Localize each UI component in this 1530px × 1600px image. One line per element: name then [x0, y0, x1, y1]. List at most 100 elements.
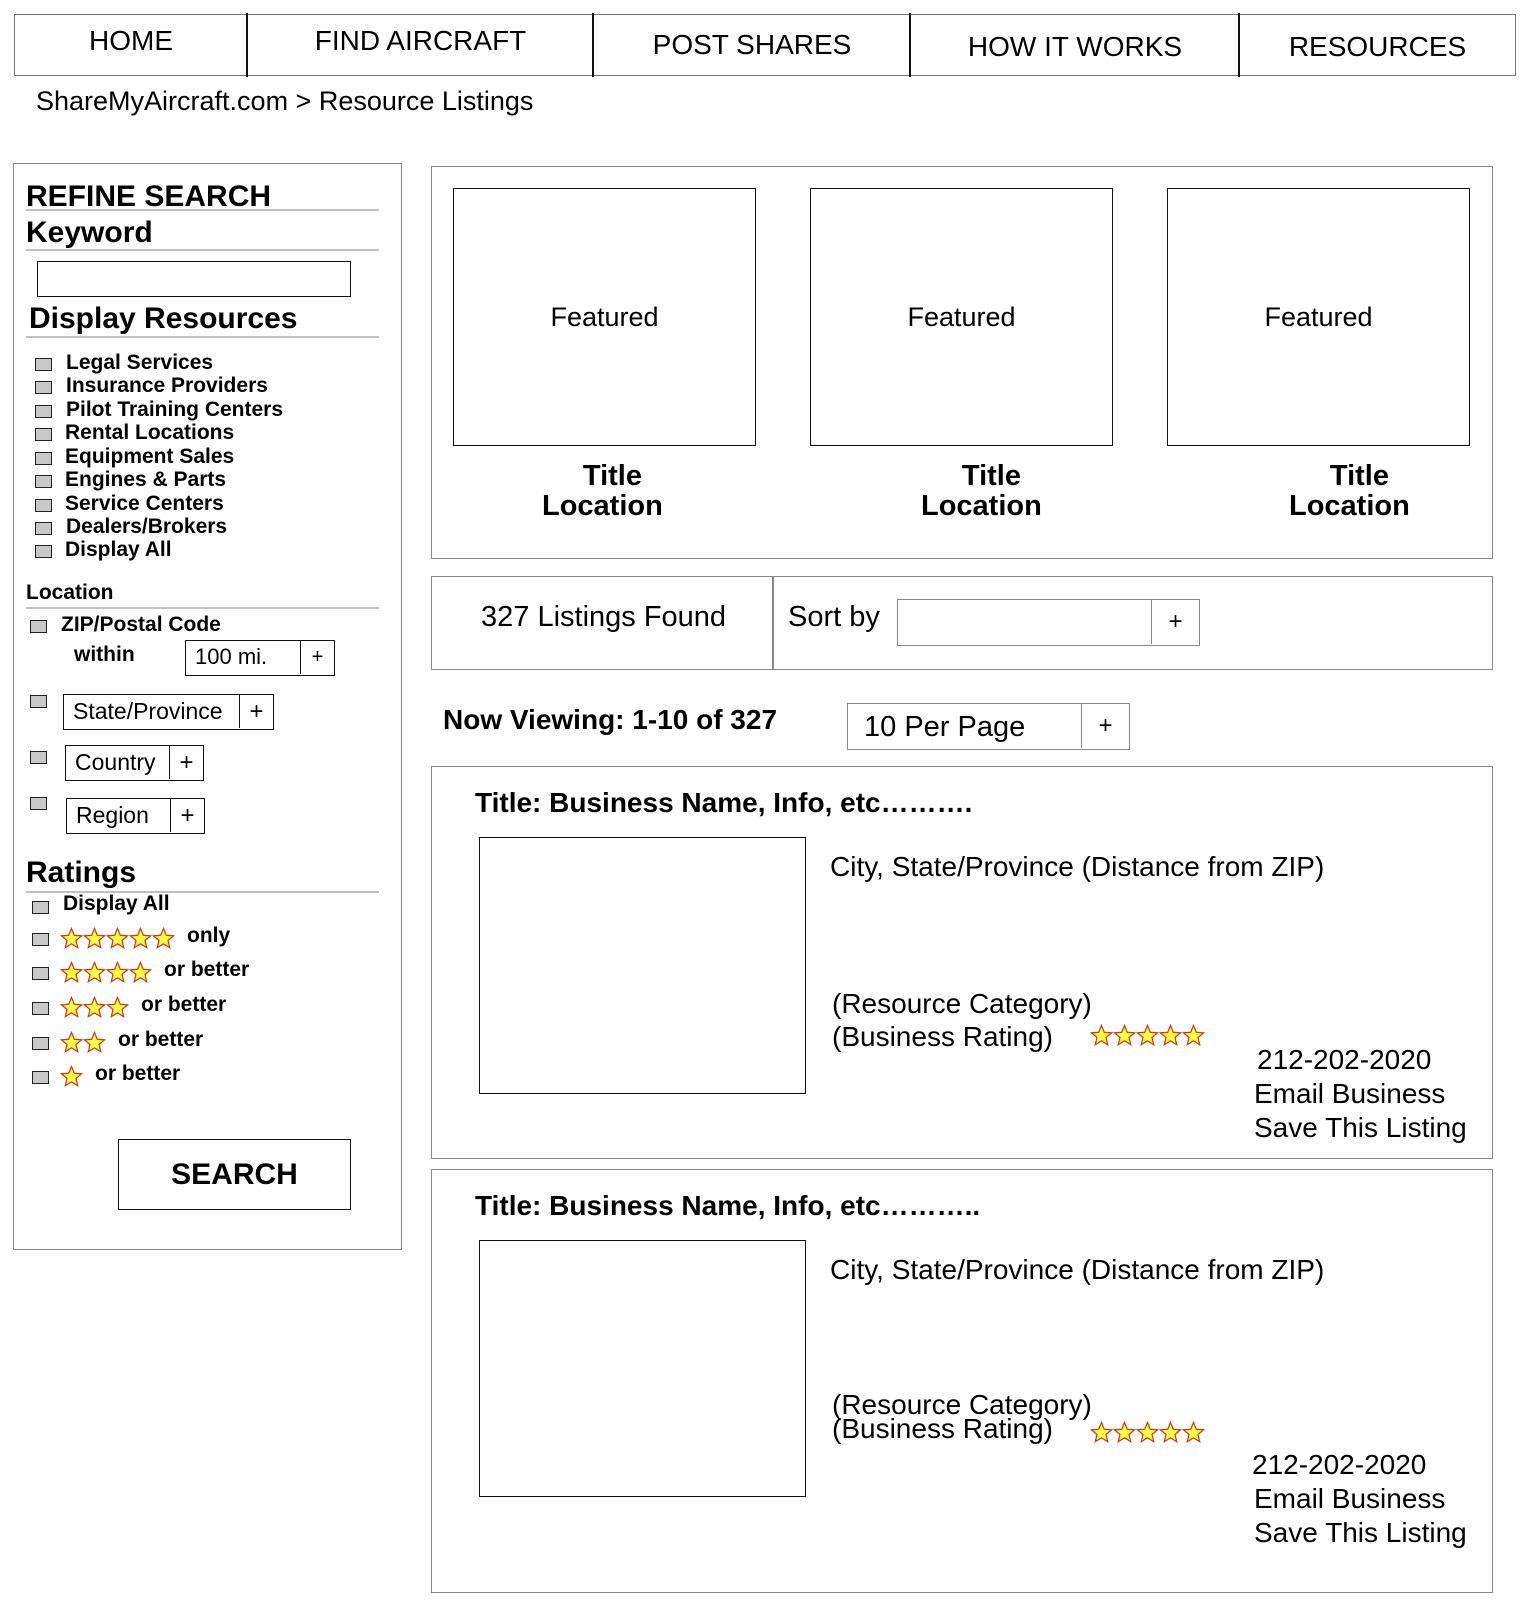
save-listing-link[interactable]: Save This Listing: [1254, 1111, 1467, 1145]
keyword-input[interactable]: [37, 261, 351, 297]
resource-option-label: Service Centers: [65, 492, 224, 515]
distance-dropdown[interactable]: 100 mi. +: [185, 640, 335, 676]
rating-option-label: or better: [95, 1062, 181, 1085]
rating-stars: [60, 927, 175, 950]
featured-box[interactable]: Featured: [810, 188, 1113, 446]
star-icon: [83, 927, 106, 950]
rating-option-label: or better: [164, 958, 250, 981]
resource-option-label: Display All: [65, 538, 172, 561]
rating-checkbox[interactable]: [32, 1071, 49, 1084]
rating-stars: [60, 1031, 106, 1054]
region-checkbox[interactable]: [30, 797, 47, 810]
listing-rating-label: (Business Rating): [832, 1021, 1053, 1052]
star-icon: [60, 1065, 83, 1088]
star-icon: [1136, 1024, 1159, 1047]
star-icon: [60, 996, 83, 1019]
star-icon: [1090, 1421, 1113, 1444]
nav-home[interactable]: HOME: [15, 15, 247, 75]
nav-find-aircraft[interactable]: FIND AIRCRAFT: [248, 15, 593, 75]
star-icon: [152, 927, 175, 950]
resource-checkbox[interactable]: [35, 381, 52, 394]
listing-image[interactable]: [479, 837, 806, 1094]
country-checkbox[interactable]: [30, 751, 47, 764]
per-page-dropdown[interactable]: 10 Per Page +: [847, 703, 1130, 750]
listing-phone[interactable]: 212-202-2020: [1252, 1448, 1426, 1482]
featured-box-label: Featured: [550, 301, 659, 332]
breadcrumb[interactable]: ShareMyAircraft.com > Resource Listings: [36, 86, 533, 117]
plus-icon[interactable]: +: [1081, 704, 1129, 748]
resource-checkbox[interactable]: [35, 428, 52, 441]
within-label: within: [74, 643, 135, 666]
resource-option-label: Pilot Training Centers: [66, 398, 284, 421]
rating-stars: [60, 1065, 83, 1088]
star-icon: [60, 1031, 83, 1054]
rating-checkbox[interactable]: [32, 1002, 49, 1015]
search-button[interactable]: SEARCH: [118, 1139, 351, 1210]
listing-phone[interactable]: 212-202-2020: [1257, 1043, 1431, 1077]
listing-title[interactable]: Title: Business Name, Info, etc……….: [475, 787, 972, 819]
resource-checkbox[interactable]: [35, 358, 52, 371]
star-icon: [60, 927, 83, 950]
rating-checkbox[interactable]: [32, 933, 49, 946]
featured-caption[interactable]: Title Location: [1289, 461, 1410, 521]
listing-card: Title: Business Name, Info, etc……….. Cit…: [431, 1169, 1493, 1593]
nav-how-it-works[interactable]: HOW IT WORKS: [911, 15, 1239, 75]
plus-icon[interactable]: +: [169, 746, 203, 779]
resource-checkbox[interactable]: [35, 545, 52, 558]
star-icon: [106, 961, 129, 984]
country-dropdown[interactable]: Country +: [65, 745, 204, 781]
featured-caption[interactable]: Title Location: [921, 461, 1042, 521]
listing-city: City, State/Province (Distance from ZIP): [830, 1254, 1325, 1285]
resource-checkbox[interactable]: [35, 522, 52, 535]
plus-icon[interactable]: +: [170, 799, 204, 832]
save-listing-link[interactable]: Save This Listing: [1254, 1516, 1467, 1550]
listing-rating-label: (Business Rating): [832, 1413, 1053, 1444]
rating-option-label: or better: [141, 993, 227, 1016]
location-label: Location: [26, 581, 114, 604]
star-icon: [1113, 1024, 1136, 1047]
sort-by-dropdown[interactable]: +: [897, 599, 1200, 646]
resource-checkbox[interactable]: [35, 475, 52, 488]
plus-icon[interactable]: +: [1151, 600, 1199, 644]
state-province-dropdown[interactable]: State/Province +: [63, 694, 274, 730]
listing-title[interactable]: Title: Business Name, Info, etc………..: [475, 1190, 980, 1222]
featured-location: Location: [542, 490, 663, 522]
email-business-link[interactable]: Email Business: [1254, 1482, 1445, 1516]
resource-checkbox[interactable]: [35, 452, 52, 465]
resource-option-label: Dealers/Brokers: [66, 515, 228, 538]
email-business-link[interactable]: Email Business: [1254, 1077, 1445, 1111]
results-bar: 327 Listings Found Sort by +: [431, 576, 1493, 670]
star-icon: [83, 1031, 106, 1054]
zip-checkbox[interactable]: [30, 620, 47, 633]
nav-resources[interactable]: RESOURCES: [1240, 15, 1515, 75]
rating-checkbox[interactable]: [32, 1037, 49, 1050]
resource-option-label: Insurance Providers: [66, 374, 268, 397]
featured-caption[interactable]: Title Location: [542, 461, 663, 521]
featured-box-label: Featured: [1264, 301, 1373, 332]
featured-box[interactable]: Featured: [453, 188, 756, 446]
featured-location: Location: [921, 490, 1042, 522]
star-icon: [83, 961, 106, 984]
rating-checkbox[interactable]: [32, 901, 49, 914]
state-checkbox[interactable]: [30, 695, 47, 708]
divider: [26, 336, 379, 338]
nav-how-it-works-label: HOW IT WORKS: [967, 31, 1183, 62]
resource-checkbox[interactable]: [35, 405, 52, 418]
country-value: Country: [75, 749, 156, 775]
listing-image[interactable]: [479, 1240, 806, 1497]
star-icon: [1182, 1421, 1205, 1444]
star-icon: [129, 961, 152, 984]
rating-option-label: Display All: [63, 892, 170, 915]
rating-option-label: only: [187, 924, 231, 947]
plus-icon[interactable]: +: [239, 695, 273, 728]
region-dropdown[interactable]: Region +: [66, 798, 205, 834]
featured-box[interactable]: Featured: [1167, 188, 1470, 446]
rating-checkbox[interactable]: [32, 967, 49, 980]
plus-icon[interactable]: +: [300, 641, 334, 674]
featured-box-label: Featured: [907, 301, 1016, 332]
resource-checkbox[interactable]: [35, 499, 52, 512]
listing-rating-stars: [1090, 1024, 1205, 1047]
nav-post-shares[interactable]: POST SHARES: [594, 15, 910, 75]
distance-value: 100 mi.: [195, 644, 268, 669]
divider: [26, 209, 379, 211]
